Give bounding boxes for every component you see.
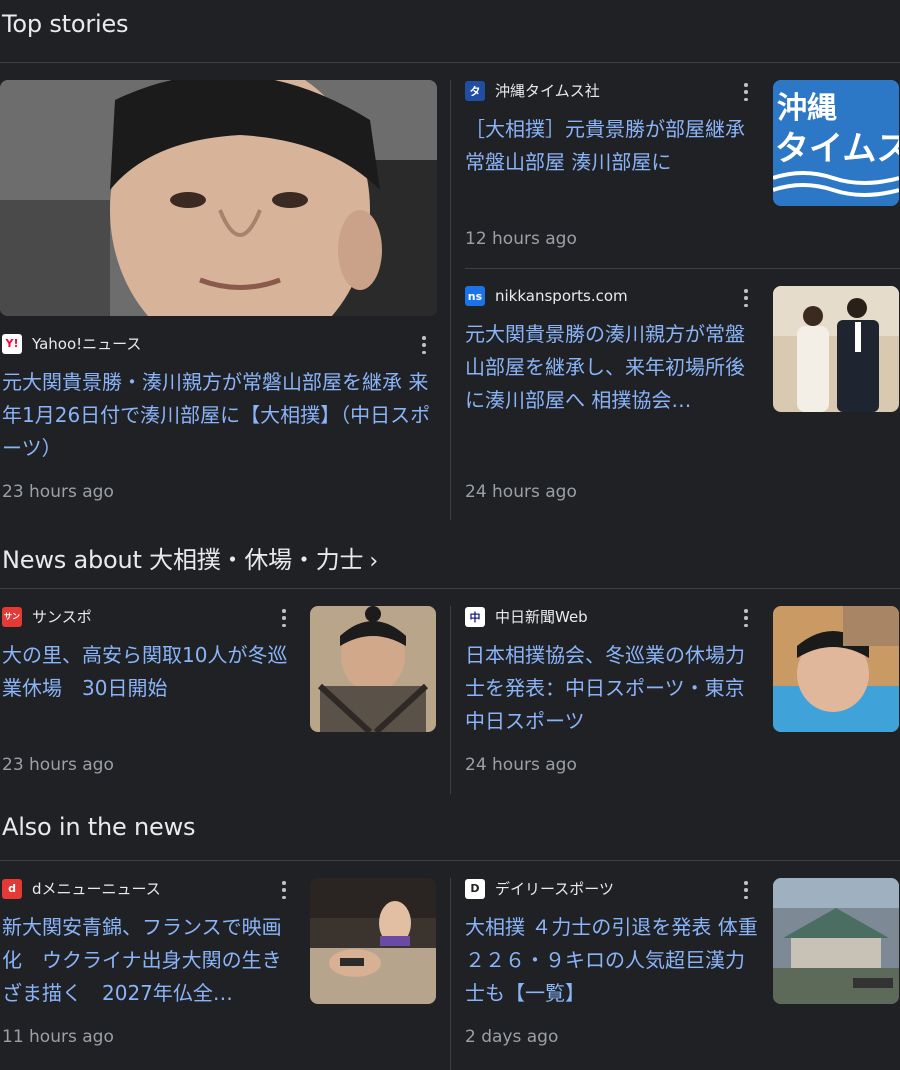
source-name: デイリースポーツ	[495, 880, 614, 898]
more-options-icon[interactable]	[280, 609, 288, 627]
story-source[interactable]: サン サンスポ	[2, 606, 92, 627]
story-source[interactable]: タ 沖縄タイムス社	[465, 80, 600, 101]
ceremony-photo-icon	[773, 286, 899, 412]
source-name: Yahoo!ニュース	[32, 335, 142, 353]
section-title-also-in-news: Also in the news	[2, 813, 196, 841]
divider	[0, 588, 900, 589]
chevron-right-icon: ›	[369, 549, 378, 574]
column-divider	[450, 606, 451, 794]
more-options-icon[interactable]	[742, 83, 750, 101]
divider	[465, 268, 900, 269]
more-options-icon[interactable]	[742, 609, 750, 627]
more-options-icon[interactable]	[742, 881, 750, 899]
story-source[interactable]: Y! Yahoo!ニュース	[2, 333, 141, 354]
story-thumbnail-rikishi-3[interactable]	[773, 606, 899, 732]
story-source[interactable]: d dメニューニュース	[2, 878, 161, 899]
sumo-bout-photo-icon	[310, 878, 436, 1004]
story-headline[interactable]: 元大関貴景勝・湊川親方が常磐山部屋を継承 来年1月26日付で湊川部屋に【大相撲】…	[2, 366, 432, 465]
source-name: nikkansports.com	[495, 287, 628, 305]
divider	[0, 62, 900, 63]
okinawa-times-favicon-icon: タ	[465, 80, 485, 101]
story-headline[interactable]: ［大相撲］元貴景勝が部屋継承 常盤山部屋 湊川部屋に	[465, 113, 760, 183]
divider	[0, 860, 900, 861]
section-title-news-about[interactable]: News about 大相撲・休場・力士 ›	[2, 540, 378, 575]
source-name: 沖縄タイムス社	[495, 82, 600, 100]
nikkansports-favicon-icon: ns	[465, 286, 485, 306]
rikishi-photo-icon	[310, 606, 436, 732]
story-headline[interactable]: 新大関安青錦、フランスで映画化 ウクライナ出身大関の生きざま描く 2027年仏全…	[2, 911, 294, 1010]
column-divider	[450, 878, 451, 1070]
more-options-icon[interactable]	[742, 289, 750, 307]
svg-text:沖縄: 沖縄	[777, 92, 837, 125]
source-name: サンスポ	[32, 608, 92, 626]
story-source[interactable]: ns nikkansports.com	[465, 286, 628, 306]
story-source[interactable]: D デイリースポーツ	[465, 878, 614, 899]
story-time: 24 hours ago	[465, 482, 577, 502]
yahoo-favicon-icon: Y!	[2, 333, 22, 354]
story-headline[interactable]: 大相撲 ４力士の引退を発表 体重２２６・９キロの人気超巨漢力士も【一覧】	[465, 911, 760, 1010]
rikishi-photo-icon	[773, 606, 899, 732]
daily-sports-favicon-icon: D	[465, 878, 485, 899]
story-time: 2 days ago	[465, 1027, 559, 1047]
story-headline[interactable]: 元大関貴景勝の湊川親方が常盤山部屋を継承し、来年初場所後に湊川部屋へ 相撲協会…	[465, 318, 760, 417]
sanspo-favicon-icon: サン	[2, 606, 22, 627]
more-options-icon[interactable]	[420, 336, 428, 354]
svg-text:タイムス: タイムス	[775, 130, 899, 168]
column-divider	[450, 80, 451, 520]
story-thumbnail-okinawa-times[interactable]: 沖縄 タイムス	[773, 80, 899, 206]
dmenu-favicon-icon: d	[2, 878, 22, 899]
section-title-text: News about 大相撲・休場・力士	[2, 546, 364, 574]
more-options-icon[interactable]	[280, 881, 288, 899]
source-name: dメニューニュース	[32, 880, 161, 898]
story-time: 23 hours ago	[2, 755, 114, 775]
story-thumbnail-arena[interactable]	[773, 878, 899, 1004]
story-headline[interactable]: 日本相撲協会、冬巡業の休場力士を発表：中日スポーツ・東京中日スポーツ	[465, 639, 760, 738]
rikishi-photo-icon	[0, 80, 437, 316]
story-thumbnail-bout[interactable]	[310, 878, 436, 1004]
story-time: 23 hours ago	[2, 482, 114, 502]
story-time: 24 hours ago	[465, 755, 577, 775]
source-name: 中日新聞Web	[495, 608, 588, 626]
chunichi-favicon-icon: 中	[465, 606, 485, 627]
arena-photo-icon	[773, 878, 899, 1004]
okinawa-times-logo-icon: 沖縄 タイムス	[773, 80, 899, 206]
section-title-top-stories: Top stories	[2, 10, 129, 38]
story-thumbnail-rikishi-2[interactable]	[310, 606, 436, 732]
story-source[interactable]: 中 中日新聞Web	[465, 606, 588, 627]
story-thumbnail-rikishi[interactable]	[0, 80, 437, 316]
story-headline[interactable]: 大の里、高安ら関取10人が冬巡業休場 30日開始	[2, 639, 294, 709]
story-thumbnail-ceremony[interactable]	[773, 286, 899, 412]
story-time: 12 hours ago	[465, 229, 577, 249]
story-time: 11 hours ago	[2, 1027, 114, 1047]
